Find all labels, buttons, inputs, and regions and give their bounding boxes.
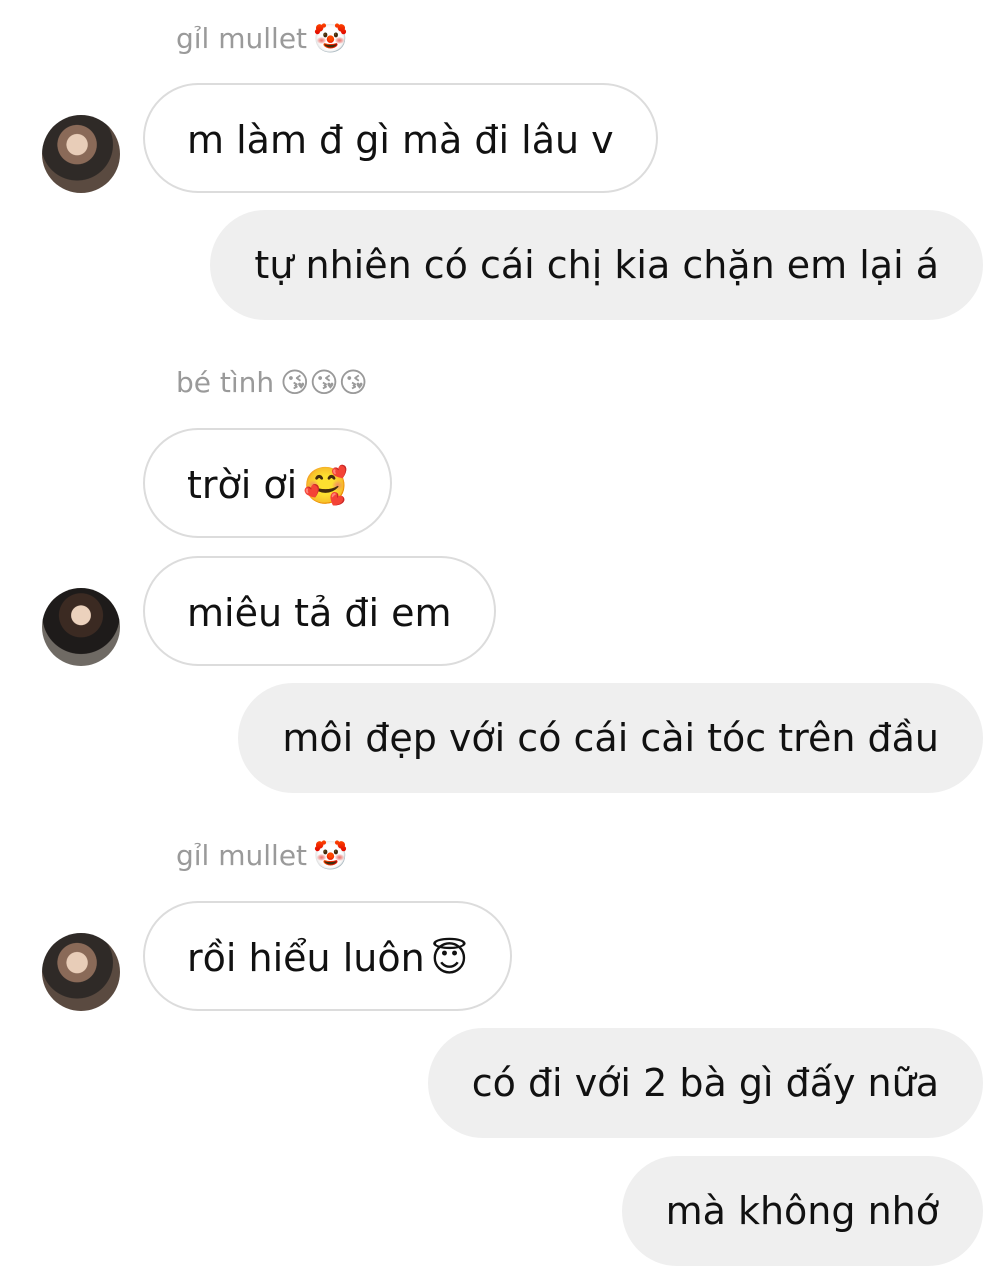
sender-name-gil-mullet: gỉl mullet 🤡 xyxy=(176,20,348,58)
message-text: m làm đ gì mà đi lâu v xyxy=(187,118,614,162)
kiss-emoji-icon: 😘😘😘 xyxy=(280,366,368,399)
incoming-message-bubble[interactable]: m làm đ gì mà đi lâu v xyxy=(143,83,658,193)
clown-emoji-icon: 🤡 xyxy=(313,22,348,55)
incoming-message-bubble[interactable]: miêu tả đi em xyxy=(143,556,496,666)
message-text: mà không nhớ xyxy=(665,1189,939,1233)
outgoing-message-bubble[interactable]: môi đẹp với có cái cài tóc trên đầu xyxy=(238,683,983,793)
outgoing-message-bubble[interactable]: có đi với 2 bà gì đấy nữa xyxy=(427,1028,983,1138)
avatar[interactable] xyxy=(42,933,120,1011)
message-text: rồi hiểu luôn xyxy=(187,936,425,980)
message-text: tự nhiên có cái chị kia chặn em lại á xyxy=(254,243,939,287)
message-text: trời ơi xyxy=(187,463,298,507)
sender-name: bé tình xyxy=(176,366,275,399)
incoming-message-bubble[interactable]: rồi hiểu luôn 😇 xyxy=(143,901,513,1011)
outgoing-message-bubble[interactable]: tự nhiên có cái chị kia chặn em lại á xyxy=(210,210,983,320)
clown-emoji-icon: 🤡 xyxy=(313,839,348,872)
message-text: miêu tả đi em xyxy=(187,591,452,635)
sender-name-be-tinh: bé tình 😘😘😘 xyxy=(176,364,368,402)
sender-name: gỉl mullet xyxy=(176,22,308,55)
avatar[interactable] xyxy=(42,588,120,666)
incoming-message-bubble[interactable]: trời ơi 🥰 xyxy=(143,428,393,538)
smiling-hearts-emoji-icon: 🥰 xyxy=(303,466,349,507)
halo-smile-emoji-icon: 😇 xyxy=(430,939,469,980)
sender-name: gỉl mullet xyxy=(176,839,308,872)
avatar[interactable] xyxy=(42,115,120,193)
message-text: môi đẹp với có cái cài tóc trên đầu xyxy=(282,716,939,760)
outgoing-message-bubble[interactable]: mà không nhớ xyxy=(621,1156,983,1266)
sender-name-gil-mullet: gỉl mullet 🤡 xyxy=(176,837,348,875)
message-text: có đi với 2 bà gì đấy nữa xyxy=(471,1061,939,1105)
